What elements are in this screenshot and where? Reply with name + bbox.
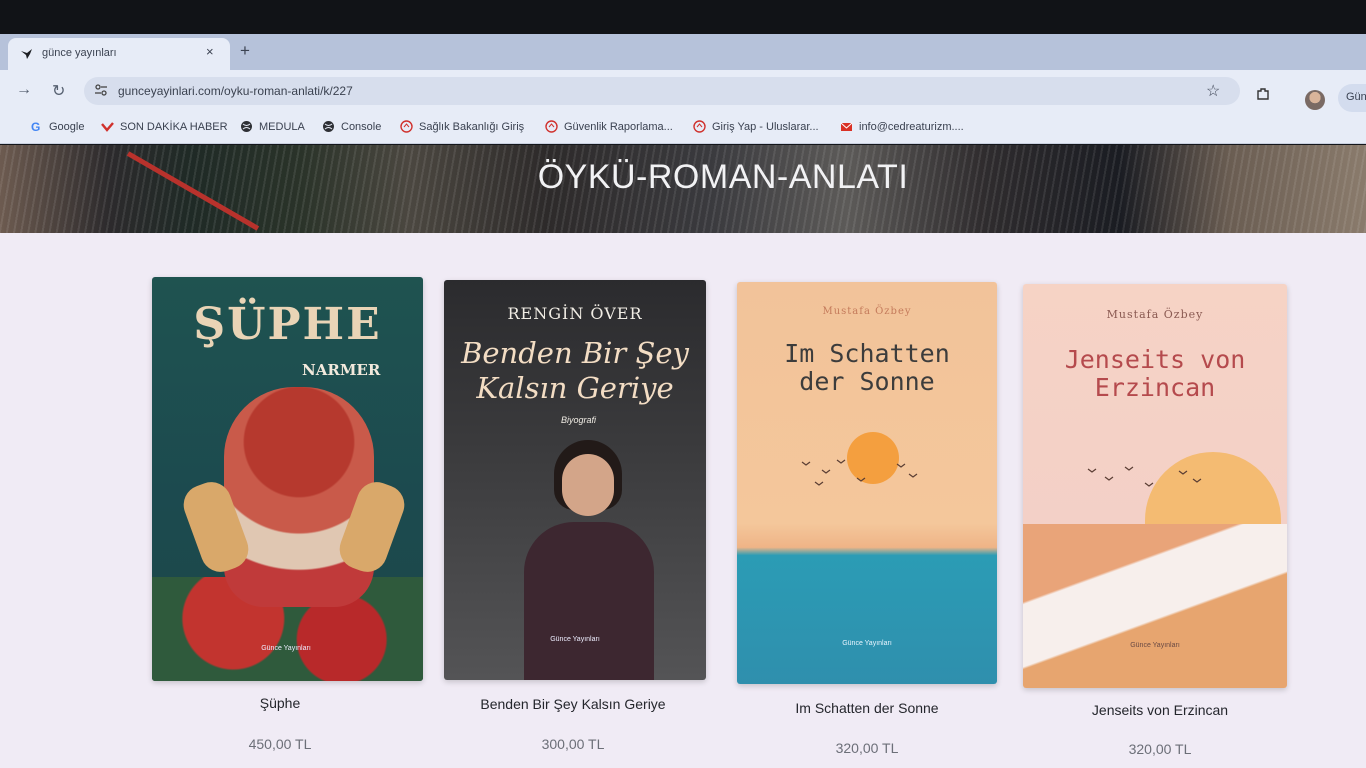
- bookmark-medula[interactable]: MEDULA: [240, 120, 305, 133]
- browser-tab[interactable]: günce yayınları ×: [8, 38, 230, 70]
- cover-birds: [1087, 466, 1202, 487]
- cover-title-line1: Benden Bir Şey: [461, 336, 689, 370]
- globe-icon: [323, 121, 334, 132]
- publisher-logo: Günce Yayınları: [550, 636, 600, 643]
- cover-title-line2: Erzincan: [1094, 373, 1216, 402]
- ministry-icon: [693, 120, 706, 133]
- cover-title-line1: Jenseits von: [1064, 345, 1246, 374]
- book-cover-image[interactable]: Mustafa Özbey Im Schatten der Sonne Günc…: [737, 282, 997, 684]
- bookmark-label: Güvenlik Raporlama...: [564, 120, 673, 133]
- bookmark-label: SON DAKİKA HABER: [120, 120, 228, 133]
- svg-text:G: G: [31, 120, 40, 133]
- profile-button[interactable]: Gün: [1338, 84, 1366, 112]
- tab-strip: günce yayınları × +: [0, 34, 1366, 70]
- product-price: 320,00 TL: [1128, 741, 1192, 757]
- product-name[interactable]: Im Schatten der Sonne: [727, 700, 1007, 716]
- photo-face: [562, 454, 614, 516]
- browser-toolbar: → ↻ gunceyayinlari.com/oyku-roman-anlati…: [0, 70, 1366, 112]
- tab-close-icon[interactable]: ×: [206, 44, 214, 59]
- cover-birds: [801, 459, 918, 486]
- category-banner: ÖYKÜ-ROMAN-ANLATI: [0, 145, 1366, 233]
- globe-icon: [241, 121, 252, 132]
- cover-title: ŞÜPHE: [193, 299, 382, 350]
- product-name[interactable]: Şüphe: [140, 695, 420, 711]
- cover-title: Jenseits von Erzincan: [1023, 346, 1287, 402]
- bookmark-label: Google: [49, 120, 85, 133]
- profile-avatar[interactable]: [1305, 90, 1325, 110]
- book-cover-image[interactable]: Mustafa Özbey Jenseits von Erzincan Günc…: [1023, 284, 1287, 688]
- bookmark-label: info@cedreaturizm....: [859, 120, 964, 133]
- product-name[interactable]: Jenseits von Erzincan: [1020, 702, 1300, 718]
- publisher-logo: Günce Yayınları: [842, 640, 892, 647]
- bookmark-label: MEDULA: [259, 120, 305, 133]
- cover-title-line2: der Sonne: [799, 367, 935, 396]
- publisher-logo: Günce Yayınları: [1130, 642, 1180, 649]
- page-content: ÖYKÜ-ROMAN-ANLATI ŞÜPHE NARMER Günce Yay…: [0, 145, 1366, 768]
- book-cover-image[interactable]: RENGİN ÖVER Benden Bir Şey Kalsın Geriye…: [444, 280, 706, 680]
- ministry-icon: [400, 120, 413, 133]
- new-tab-button[interactable]: +: [240, 41, 250, 61]
- photo-dress: [524, 522, 654, 680]
- bookmark-guvenlik-raporlama[interactable]: Güvenlik Raporlama...: [545, 120, 673, 133]
- reload-icon[interactable]: ↻: [52, 81, 65, 101]
- bookmarks-bar: G Google SON DAKİKA HABER MEDULA Console…: [0, 112, 1366, 144]
- bookmark-star-icon[interactable]: ☆: [1206, 81, 1220, 101]
- tab-title: günce yayınları: [42, 47, 117, 59]
- cover-title: Im Schatten der Sonne: [737, 340, 997, 396]
- news-icon: [101, 122, 114, 132]
- book-cover-image[interactable]: ŞÜPHE NARMER Günce Yayınları: [152, 277, 423, 681]
- address-bar[interactable]: gunceyayinlari.com/oyku-roman-anlati/k/2…: [84, 77, 1240, 105]
- cover-author: NARMER: [302, 361, 381, 379]
- site-info-icon[interactable]: [94, 83, 108, 97]
- bookmark-son-dakika[interactable]: SON DAKİKA HABER: [101, 120, 228, 133]
- bird-favicon-icon: [21, 49, 32, 59]
- product-price: 450,00 TL: [248, 736, 312, 752]
- extensions-icon[interactable]: [1256, 87, 1270, 101]
- bookmark-google[interactable]: G Google: [30, 120, 84, 133]
- publisher-logo: Günce Yayınları: [261, 645, 311, 652]
- monitor-bezel: [0, 0, 1366, 34]
- product-price: 320,00 TL: [835, 740, 899, 756]
- bookmark-saglik-bakanligi[interactable]: Sağlık Bakanlığı Giriş: [400, 120, 524, 133]
- mail-icon: [840, 122, 853, 131]
- cover-author: RENGİN ÖVER: [507, 304, 643, 323]
- category-title: ÖYKÜ-ROMAN-ANLATI: [537, 158, 909, 196]
- back-arrow-icon[interactable]: →: [16, 81, 32, 99]
- product-price: 300,00 TL: [541, 736, 605, 752]
- cover-author: Mustafa Özbey: [822, 306, 912, 317]
- cover-author-photo: [516, 440, 666, 680]
- cover-genre: Biyografi: [561, 415, 597, 425]
- cover-illustration-figure: [224, 387, 374, 607]
- ministry-icon: [545, 120, 558, 133]
- bookmark-label: Console: [341, 120, 382, 133]
- bookmark-label: Giriş Yap - Uluslarar...: [712, 120, 819, 133]
- url-text: gunceyayinlari.com/oyku-roman-anlati/k/2…: [118, 84, 353, 98]
- product-name[interactable]: Benden Bir Şey Kalsın Geriye: [433, 696, 713, 712]
- cover-title-line2: Kalsın Geriye: [476, 371, 674, 405]
- cover-author: Mustafa Özbey: [1106, 308, 1204, 321]
- bookmark-info-mail[interactable]: info@cedreaturizm....: [840, 120, 964, 133]
- cover-title-line1: Im Schatten: [784, 339, 950, 368]
- bookmark-label: Sağlık Bakanlığı Giriş: [419, 120, 525, 133]
- bookmark-console[interactable]: Console: [322, 120, 381, 133]
- google-icon: G: [31, 120, 40, 133]
- cover-landscape: [1023, 524, 1287, 688]
- bookmark-giris-yap[interactable]: Giriş Yap - Uluslarar...: [693, 120, 819, 133]
